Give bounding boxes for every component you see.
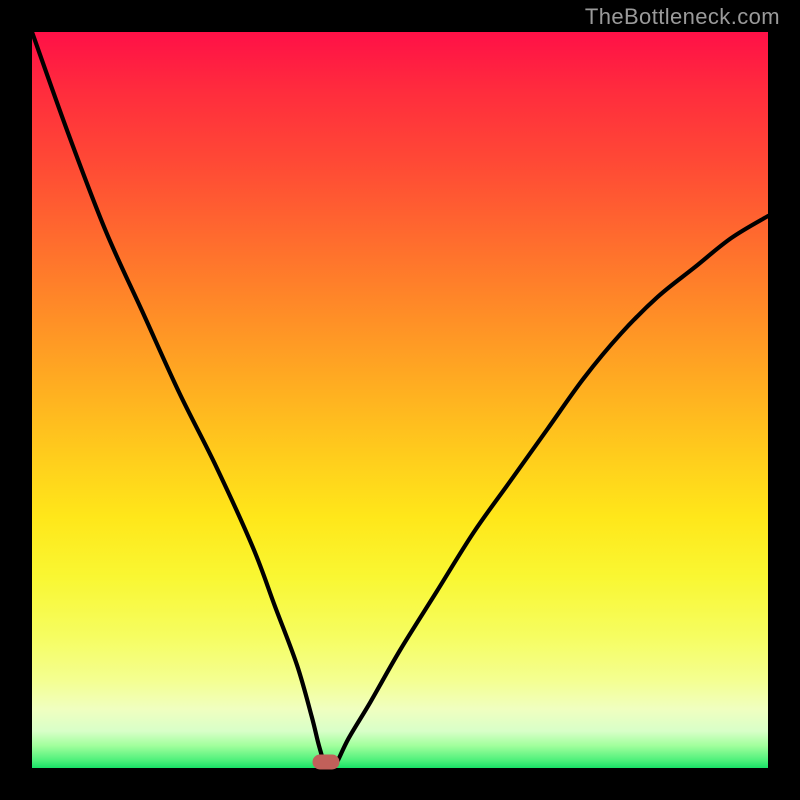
watermark-text: TheBottleneck.com <box>585 4 780 30</box>
chart-frame: TheBottleneck.com <box>0 0 800 800</box>
curve-path <box>32 32 768 768</box>
bottleneck-curve <box>32 32 768 768</box>
bottleneck-marker <box>313 755 340 770</box>
plot-area <box>32 32 768 768</box>
